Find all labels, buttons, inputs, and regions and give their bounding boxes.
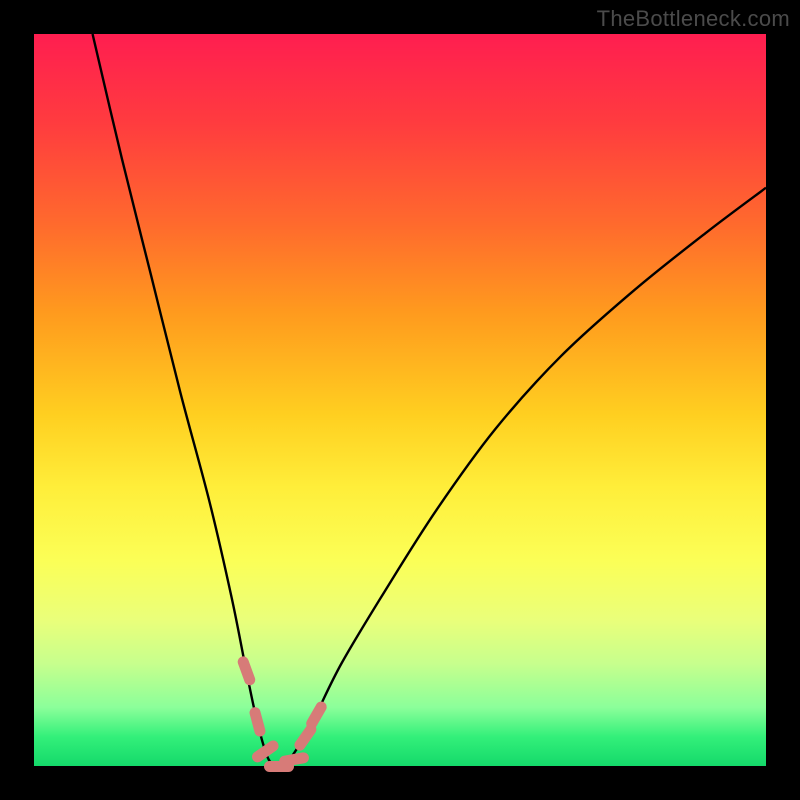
bottleneck-curve: [34, 34, 766, 766]
chart-frame: TheBottleneck.com: [0, 0, 800, 800]
watermark-text: TheBottleneck.com: [597, 6, 790, 32]
